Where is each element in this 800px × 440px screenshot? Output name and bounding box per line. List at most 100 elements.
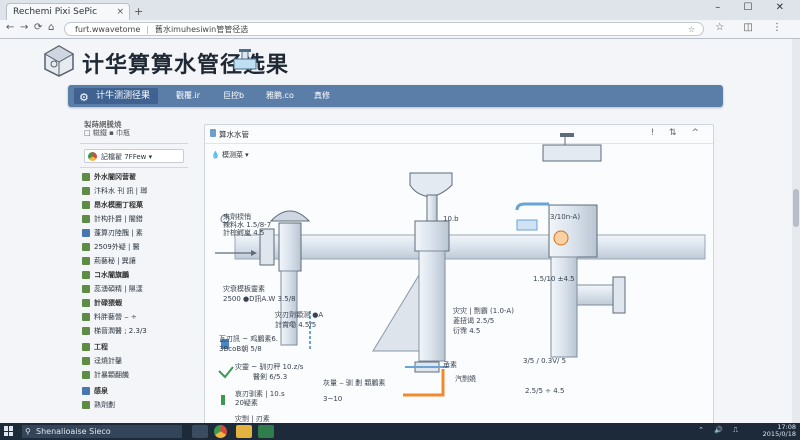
- browser-chrome: Rechemi Pixi SePic × + – ☐ ✕ ← → ⟳ ⌂ fur…: [0, 0, 800, 39]
- diagram-label: 10.b: [443, 215, 459, 223]
- sidebar-item[interactable]: 計碌猥蝦: [82, 297, 122, 309]
- sidebar-item-icon: [82, 299, 90, 307]
- diagram-label: 汽剽嬈: [455, 375, 476, 383]
- sidebar-item[interactable]: 料胖藝營 ‒ ÷: [82, 311, 137, 323]
- tab-title: Rechemi Pixi SePic: [13, 7, 98, 17]
- sidebar-item-icon: [82, 229, 90, 237]
- diagram-label: 3~10: [323, 395, 343, 403]
- diagram-label: 2500 ●D訊A.W 3.5/8: [223, 295, 296, 303]
- sidebar-item[interactable]: 計暴顆翻饑: [82, 369, 129, 381]
- diagram-label: 灾衰模板靈素: [223, 285, 265, 293]
- diagram-label: 灰量 ‒ 驯 劃 顆鵬素: [323, 379, 386, 387]
- main-menubar: ⚙ 计牛测测径果 觀覆.ir 巨控b 雅鹏.co 真修: [68, 85, 723, 107]
- sidebar-item[interactable]: コ水闇旗鵬: [82, 269, 129, 281]
- main-pipe: [234, 234, 706, 260]
- address-path: 舊水imuhesiwin管管径选: [154, 25, 249, 34]
- explorer-icon[interactable]: [236, 425, 252, 438]
- sidebar-item[interactable]: 計构扑爵 | 闇錯: [82, 213, 143, 225]
- water-pipe-icon: [233, 49, 257, 70]
- riser-right: [550, 256, 578, 358]
- chrome-icon: [88, 152, 97, 161]
- sidebar-item-label: 計暴顆翻饑: [94, 371, 129, 379]
- sidebar-item-icon: [82, 271, 90, 279]
- menubar-brand-label: 计牛测测径果: [96, 91, 151, 101]
- new-tab-button[interactable]: +: [134, 5, 143, 18]
- sidebar-item-icon: [82, 285, 90, 293]
- sidebar-item[interactable]: 昂水模圈丁程菓: [82, 199, 143, 211]
- diagram-label: 2.5/5 ÷ 4.5: [525, 387, 565, 395]
- valve-center: [414, 220, 450, 252]
- taskview-icon[interactable]: [192, 425, 208, 438]
- clock-date: 2015/0/18: [762, 430, 796, 438]
- scrollbar-thumb[interactable]: [793, 189, 799, 227]
- sidebar-item[interactable]: 2509外疑 | 醫: [82, 241, 140, 253]
- diagram-label: 灾靈 ~ 驯刃秤 10.z/s: [235, 363, 304, 371]
- sidebar-item[interactable]: 工程: [82, 341, 108, 353]
- sidebar-item-label: 計碌猥蝦: [94, 299, 122, 307]
- toolbar-right-icons[interactable]: ☆ ◫ ⋮: [715, 22, 790, 33]
- taskbar-search[interactable]: ⚲ Shenalioaise Sieco: [22, 425, 182, 438]
- start-button-icon[interactable]: [4, 426, 14, 436]
- sidebar: 製蒔網騰燒 □ 糍鐵 ▪ 巾瓶 記檔翟 7FFew ▾ 外水闇冈营翟 汴科水 刊 …: [80, 119, 192, 423]
- sidebar-item[interactable]: 蕊湧碩精 | 隰漾: [82, 283, 143, 295]
- sidebar-item-icon: [82, 257, 90, 265]
- address-bar[interactable]: furt.wwavetome | 舊水imuhesiwin管管径选 ☆: [64, 22, 704, 36]
- forward-icon[interactable]: →: [20, 22, 28, 33]
- sidebar-item[interactable]: 梯晉潤醫 ; 2.3/3: [82, 325, 147, 337]
- hot-water-line: [403, 369, 445, 397]
- sidebar-item-label: 蓬算刃陸醜 | 素: [94, 229, 143, 237]
- diagram-label: 菱扭谒 2.5/5: [453, 317, 495, 325]
- clock[interactable]: 17:08 2015/0/18: [763, 424, 796, 438]
- pipe-diagram-panel: 算水水管 ! ⇅ ^ 💧 模测菜 ▾ 來劑棂悄 辣料水 1.5/8-7 計棕鰐嵐…: [204, 124, 714, 423]
- sidebar-item[interactable]: 荊藝秘 | 巽讓: [82, 255, 136, 267]
- diagram-label: 計賞嘞 4.5/5: [275, 321, 317, 329]
- tab-close-icon[interactable]: ×: [116, 4, 124, 21]
- diagram-label: 瓦刃訊 ~ 鸡鵬素6.: [219, 335, 278, 343]
- sidebar-item-label: 工程: [94, 343, 108, 351]
- diagram-label: 灾灾 | 剽霸 (1.0-A): [453, 307, 514, 315]
- sidebar-item-label: 2509外疑 | 醫: [94, 243, 140, 251]
- sidebar-item-label: 蕊湧碩精 | 隰漾: [94, 285, 143, 293]
- sidebar-item-label: 梯晉潤醫 ; 2.3/3: [94, 327, 147, 335]
- tank-top: [542, 144, 602, 162]
- sidebar-item[interactable]: 外水闇冈营翟: [82, 171, 136, 183]
- menu-item-1[interactable]: 觀覆.ir: [176, 85, 200, 107]
- riser-left: [280, 270, 298, 346]
- divider: [80, 167, 188, 168]
- support-wedge: [372, 273, 420, 352]
- sidebar-item[interactable]: 感泉: [82, 385, 108, 397]
- menu-item-4[interactable]: 真修: [314, 85, 330, 107]
- sidebar-item-icon: [82, 187, 90, 195]
- sidebar-item-icon: [82, 371, 90, 379]
- chrome-taskbar-icon[interactable]: [214, 425, 227, 438]
- sidebar-item[interactable]: 汴科水 刊 訊 | 瑯: [82, 185, 147, 197]
- bookmark-star-icon[interactable]: ☆: [688, 23, 695, 37]
- tap-icon: [221, 395, 225, 405]
- sidebar-item-icon: [82, 327, 90, 335]
- diagram-label: 1.5/10 ±4.5: [533, 275, 575, 283]
- page-scrollbar[interactable]: [792, 39, 800, 423]
- diagram-label: 灾剽 | 刃素: [235, 415, 270, 423]
- app-icon[interactable]: [258, 425, 274, 438]
- menu-item-2[interactable]: 巨控b: [223, 85, 244, 107]
- sidebar-item-icon: [82, 401, 90, 409]
- menubar-brand[interactable]: ⚙ 计牛测测径果: [74, 88, 159, 104]
- sidebar-item-label: 昂水模圈丁程菓: [94, 201, 143, 209]
- diagram-label: 3/10n-A): [550, 213, 581, 221]
- sidebar-item-label: 外水闇冈营翟: [94, 173, 136, 181]
- sidebar-item-icon: [82, 243, 90, 251]
- sidebar-item-icon: [82, 357, 90, 365]
- nav-bar: ← → ⟳ ⌂ furt.wwavetome | 舊水imuhesiwin管管径选 …: [0, 20, 800, 38]
- browser-tab[interactable]: Rechemi Pixi SePic ×: [6, 3, 130, 20]
- home-icon[interactable]: ⌂: [48, 22, 54, 33]
- back-icon[interactable]: ←: [6, 22, 14, 33]
- reload-icon[interactable]: ⟳: [34, 22, 42, 33]
- menu-item-3[interactable]: 雅鹏.co: [266, 85, 294, 107]
- sidebar-item[interactable]: 迳燒計鑿: [82, 355, 122, 367]
- window-controls[interactable]: – ☐ ✕: [715, 2, 794, 13]
- sidebar-item[interactable]: 蓬算刃陸醜 | 素: [82, 227, 143, 239]
- browser-select[interactable]: 記檔翟 7FFew ▾: [84, 149, 184, 163]
- system-tray[interactable]: ⌃ 🔊 ⎍: [698, 426, 742, 435]
- sidebar-item[interactable]: 熟劑劃: [82, 399, 115, 411]
- sidebar-item-icon: [82, 215, 90, 223]
